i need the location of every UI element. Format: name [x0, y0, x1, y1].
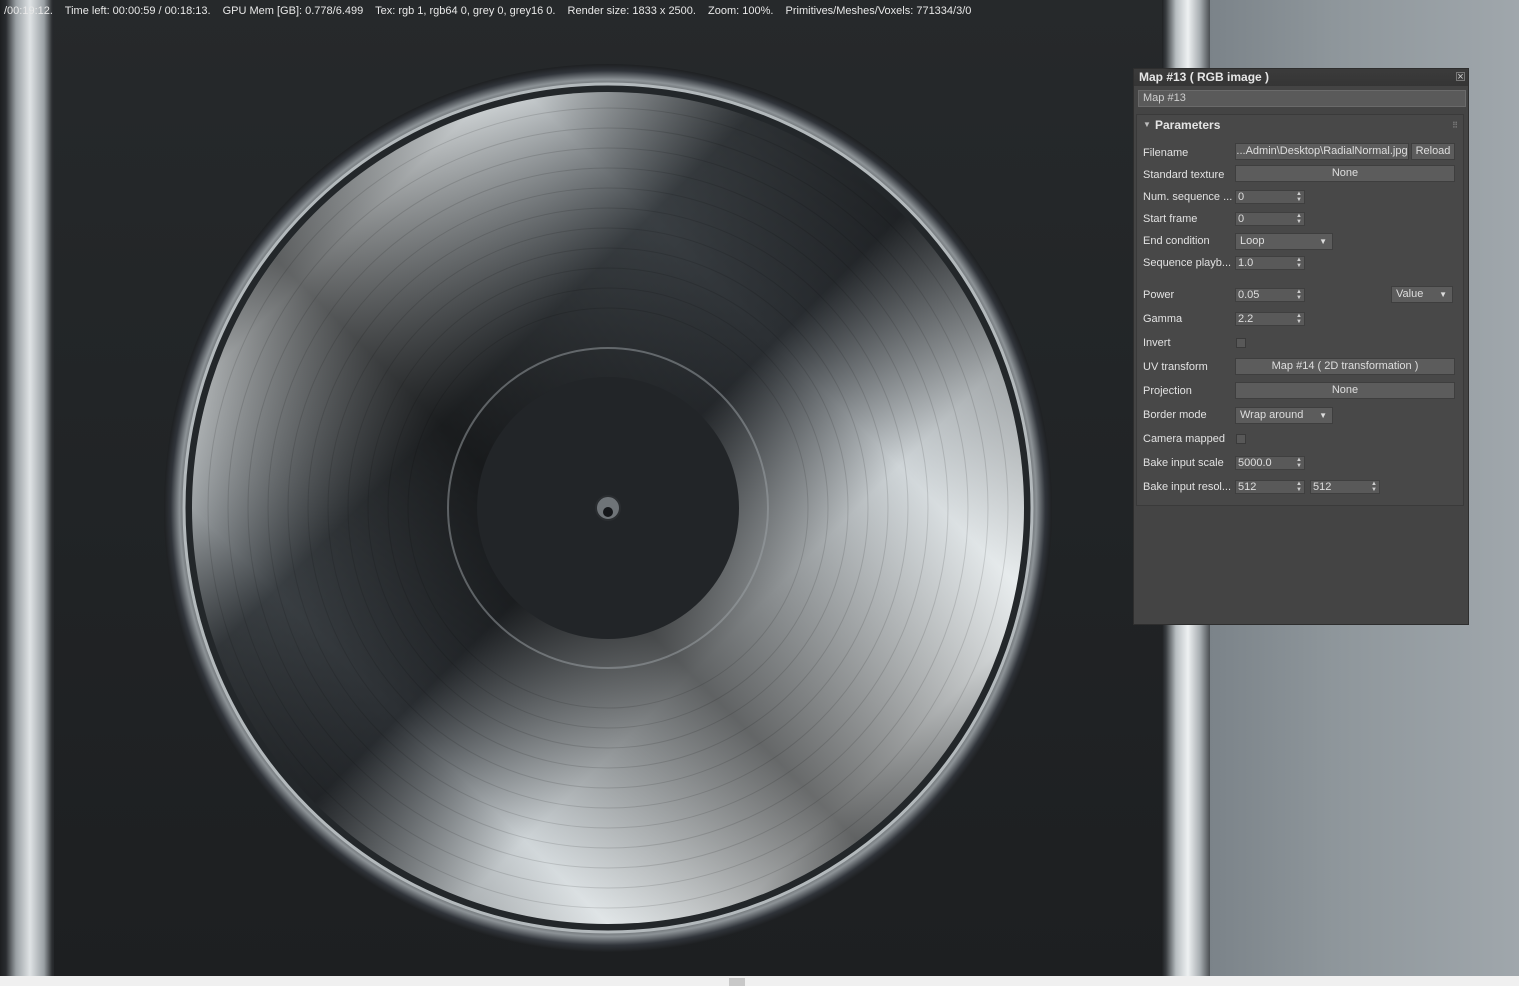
render-size: Render size: 1833 x 2500. — [567, 5, 696, 17]
chevron-down-icon: ▼ — [1319, 237, 1327, 246]
collapse-triangle-icon[interactable]: ▼ — [1143, 115, 1151, 135]
spinner-arrows-icon[interactable]: ▲ ▼ — [1370, 481, 1378, 493]
sequence-playback-label: Sequence playb... — [1143, 257, 1232, 269]
rollout-title: Parameters — [1155, 118, 1221, 132]
elapsed-time: /00:19:12. — [4, 5, 53, 17]
start-frame-spinner[interactable]: 0 ▲ ▼ — [1235, 212, 1305, 226]
parameters-rollout: ▼ Parameters ⠿ Filename ...Admin\Desktop… — [1136, 114, 1464, 506]
end-condition-row: End condition Loop ▼ — [1137, 231, 1463, 251]
panel-title[interactable]: Map #13 ( RGB image ) — [1134, 69, 1468, 86]
power-label: Power — [1143, 289, 1175, 301]
projection-row: Projection None — [1137, 381, 1463, 401]
power-row: Power 0.05 ▲ ▼ Value ▼ — [1137, 285, 1463, 305]
border-mode-value: Wrap around — [1240, 409, 1304, 421]
uv-transform-row: UV transform Map #14 ( 2D transformation… — [1137, 357, 1463, 377]
start-frame-label: Start frame — [1143, 213, 1198, 225]
projection-button[interactable]: None — [1235, 382, 1455, 399]
bake-input-scale-spinner[interactable]: 5000.0 ▲ ▼ — [1235, 456, 1305, 470]
standard-texture-button[interactable]: None — [1235, 165, 1455, 182]
filename-row: Filename ...Admin\Desktop\RadialNormal.j… — [1137, 143, 1463, 163]
primitives-count: Primitives/Meshes/Voxels: 771334/3/0 — [785, 5, 972, 17]
zoom-level: Zoom: 100%. — [708, 5, 774, 17]
bake-resolution-y-spinner[interactable]: 512 ▲ ▼ — [1310, 480, 1380, 494]
border-mode-label: Border mode — [1143, 409, 1207, 421]
render-viewport — [0, 0, 1210, 976]
bake-input-scale-row: Bake input scale 5000.0 ▲ ▼ — [1137, 453, 1463, 473]
spinner-arrows-icon[interactable]: ▲ ▼ — [1295, 191, 1303, 203]
projection-label: Projection — [1143, 385, 1192, 397]
standard-texture-label: Standard texture — [1143, 169, 1225, 181]
spinner-arrows-icon[interactable]: ▲ ▼ — [1295, 457, 1303, 469]
num-sequence-label: Num. sequence ... — [1143, 191, 1233, 203]
bake-input-resolution-row: Bake input resol... 512 ▲ ▼ 512 ▲ ▼ — [1137, 477, 1463, 497]
gamma-value: 2.2 — [1238, 313, 1254, 325]
close-icon[interactable]: × — [1456, 72, 1465, 83]
vinyl-disc-render — [164, 64, 1052, 952]
end-condition-label: End condition — [1143, 235, 1210, 247]
spinner-arrows-icon[interactable]: ▲ ▼ — [1295, 313, 1303, 325]
bake-resolution-x-value: 512 — [1238, 481, 1257, 493]
uv-transform-label: UV transform — [1143, 361, 1208, 373]
camera-mapped-row: Camera mapped — [1137, 429, 1463, 449]
power-value: 0.05 — [1238, 289, 1260, 301]
spinner-arrows-icon[interactable]: ▲ ▼ — [1295, 213, 1303, 225]
filename-button[interactable]: ...Admin\Desktop\RadialNormal.jpg — [1235, 143, 1409, 160]
num-sequence-value: 0 — [1238, 191, 1245, 203]
map-name-field[interactable]: Map #13 — [1138, 90, 1466, 107]
spinner-arrows-icon[interactable]: ▲ ▼ — [1295, 481, 1303, 493]
camera-mapped-label: Camera mapped — [1143, 433, 1225, 445]
bake-input-scale-value: 5000.0 — [1238, 457, 1272, 469]
invert-label: Invert — [1143, 337, 1171, 349]
power-mode-value: Value — [1396, 288, 1424, 300]
power-mode-dropdown[interactable]: Value ▼ — [1391, 286, 1453, 303]
invert-row: Invert — [1137, 333, 1463, 353]
time-left: Time left: 00:00:59 / 00:18:13. — [64, 5, 211, 17]
parameters-rollout-header[interactable]: ▼ Parameters ⠿ — [1137, 115, 1463, 135]
border-mode-dropdown[interactable]: Wrap around ▼ — [1235, 407, 1333, 424]
border-mode-row: Border mode Wrap around ▼ — [1137, 405, 1463, 425]
gamma-label: Gamma — [1143, 313, 1183, 325]
render-status-line: /00:19:12. Time left: 00:00:59 / 00:18:1… — [4, 4, 980, 18]
gamma-spinner[interactable]: 2.2 ▲ ▼ — [1235, 312, 1305, 326]
invert-checkbox[interactable] — [1236, 338, 1246, 348]
start-frame-row: Start frame 0 ▲ ▼ — [1137, 209, 1463, 229]
chevron-down-icon: ▼ — [1319, 411, 1327, 420]
end-condition-dropdown[interactable]: Loop ▼ — [1235, 233, 1333, 250]
reload-button[interactable]: Reload — [1411, 143, 1455, 160]
sequence-playback-value: 1.0 — [1238, 257, 1254, 269]
gamma-row: Gamma 2.2 ▲ ▼ — [1137, 309, 1463, 329]
num-sequence-spinner[interactable]: 0 ▲ ▼ — [1235, 190, 1305, 204]
uv-transform-button[interactable]: Map #14 ( 2D transformation ) — [1235, 358, 1455, 375]
standard-texture-row: Standard texture None — [1137, 165, 1463, 185]
left-metal-edge — [0, 0, 56, 976]
chevron-down-icon: ▼ — [1439, 290, 1447, 299]
bake-input-scale-label: Bake input scale — [1143, 457, 1224, 469]
bake-resolution-x-spinner[interactable]: 512 ▲ ▼ — [1235, 480, 1305, 494]
camera-mapped-checkbox[interactable] — [1236, 434, 1246, 444]
spinner-arrows-icon[interactable]: ▲ ▼ — [1295, 289, 1303, 301]
map-parameters-panel: Map #13 ( RGB image ) × Map #13 ▼ Parame… — [1133, 68, 1469, 625]
sequence-playback-spinner[interactable]: 1.0 ▲ ▼ — [1235, 256, 1305, 270]
spinner-arrows-icon[interactable]: ▲ ▼ — [1295, 257, 1303, 269]
filename-label: Filename — [1143, 147, 1189, 159]
sequence-playback-row: Sequence playb... 1.0 ▲ ▼ — [1137, 253, 1463, 273]
num-sequence-row: Num. sequence ... 0 ▲ ▼ — [1137, 187, 1463, 207]
drag-grip-icon[interactable]: ⠿ — [1452, 116, 1458, 136]
power-spinner[interactable]: 0.05 ▲ ▼ — [1235, 288, 1305, 302]
scrollbar-handle[interactable] — [729, 978, 745, 986]
bake-resolution-y-value: 512 — [1313, 481, 1332, 493]
gpu-memory: GPU Mem [GB]: 0.778/6.499 — [222, 5, 364, 17]
end-condition-value: Loop — [1240, 235, 1265, 247]
bottom-scrollbar[interactable] — [0, 976, 1519, 986]
start-frame-value: 0 — [1238, 213, 1245, 225]
texture-stats: Tex: rgb 1, rgb64 0, grey 0, grey16 0. — [375, 5, 556, 17]
bake-input-resolution-label: Bake input resol... — [1143, 481, 1232, 493]
